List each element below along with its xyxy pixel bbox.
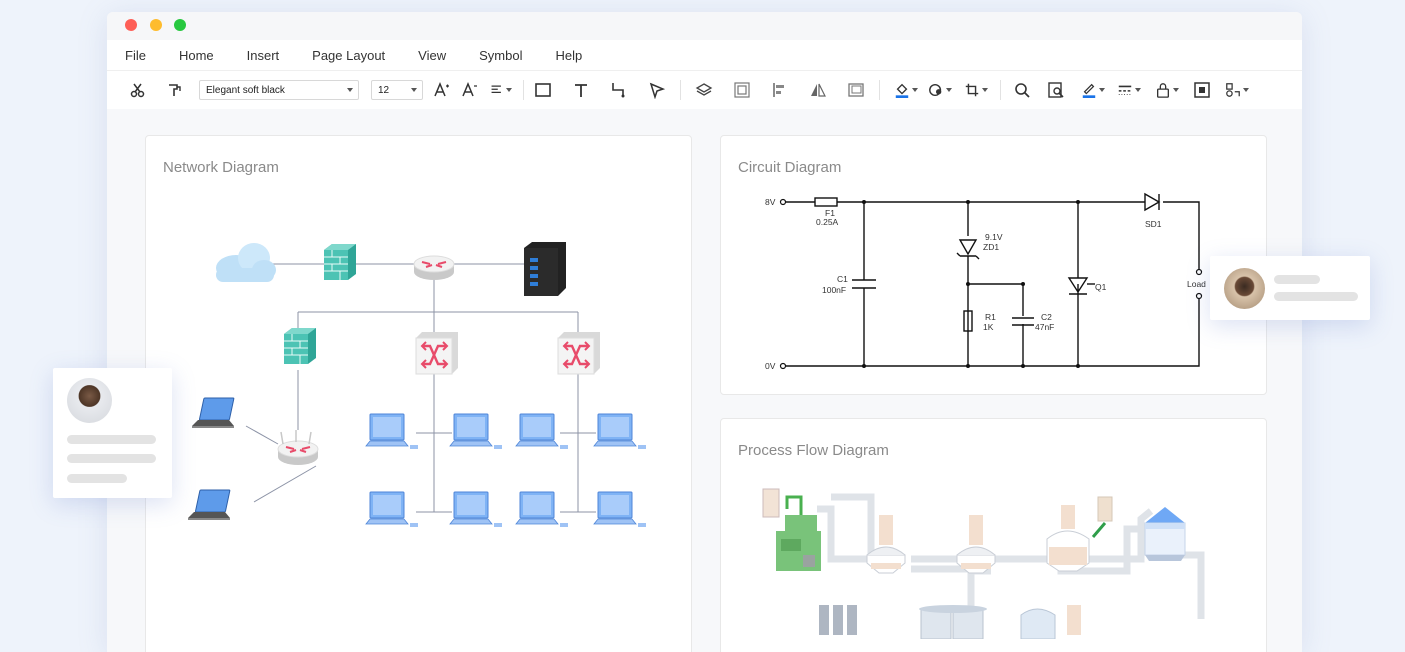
cloud-icon [216,243,276,282]
font-size-value: 12 [378,84,390,96]
computer-icon [365,413,419,450]
label-r1: R1 [985,312,996,322]
firewall-icon [283,327,317,365]
menu-help[interactable]: Help [555,48,582,63]
computer-icon [593,413,647,450]
cut-icon[interactable] [127,79,149,101]
firewall-icon [323,243,357,281]
search-icon[interactable] [1011,79,1033,101]
toolbar: Elegant soft black 12 [107,70,1302,109]
avatar[interactable] [67,378,112,423]
rectangle-icon[interactable] [532,79,554,101]
chevron-down-icon [411,88,417,92]
label-0v: 0V [765,361,776,371]
dome-tank-icon [1020,605,1081,639]
text-icon[interactable] [570,79,592,101]
computer-icon [365,491,419,528]
font-family-value: Elegant soft black [206,84,285,96]
label-zd1-voltage: 9.1V [985,232,1003,242]
flip-icon[interactable] [807,79,829,101]
circuit-diagram: 8V 0V F1 0.25A C1 100nF 9.1V ZD1 R1 1K C… [765,192,1206,371]
font-grow-icon[interactable] [431,79,453,101]
menu-page-layout[interactable]: Page Layout [312,48,385,63]
collaborator-card-right [1210,256,1370,320]
network-diagram-card[interactable]: Network Diagram [145,135,692,652]
format-painter-icon[interactable] [163,79,185,101]
hopper-tank-icon [956,515,996,574]
shape-style-icon[interactable] [926,79,954,101]
fit-icon[interactable] [1191,79,1213,101]
line-color-icon[interactable] [1079,79,1107,101]
label-f1-value: 0.25A [816,217,839,227]
menu-home[interactable]: Home [179,48,214,63]
frame-icon[interactable] [845,79,867,101]
minimize-window-button[interactable] [150,19,162,31]
switch-icon [556,330,602,376]
label-c1: C1 [837,274,848,284]
process-flow-diagram-card[interactable]: Process Flow Diagram [720,418,1267,652]
pointer-icon[interactable] [646,79,668,101]
fill-icon[interactable] [892,79,920,101]
menu-insert[interactable]: Insert [247,48,280,63]
computer-icon [449,413,503,450]
switch-icon [414,330,460,376]
placeholder-line [1274,292,1358,301]
align-icon[interactable] [769,79,791,101]
computer-icon [449,491,503,528]
label-8v: 8V [765,197,776,207]
router-icon [413,255,455,281]
computer-icon [515,413,569,450]
menu-symbol[interactable]: Symbol [479,48,522,63]
label-sd1: SD1 [1145,219,1162,229]
maximize-window-button[interactable] [174,19,186,31]
lock-icon[interactable] [1153,79,1181,101]
close-window-button[interactable] [125,19,137,31]
label-c2-value: 47nF [1035,322,1054,332]
canvas: Network Diagram Circuit Diagram 8V 0V F1… [107,109,1302,652]
storage-tank-icon [919,605,987,639]
group-icon[interactable] [731,79,753,101]
find-replace-icon[interactable] [1045,79,1067,101]
align-text-icon[interactable] [487,79,515,101]
line-style-icon[interactable] [1115,79,1143,101]
collaborator-card-left [53,368,172,498]
circuit-diagram-card[interactable]: Circuit Diagram 8V 0V F1 0.25A C1 100nF … [720,135,1267,395]
more-icon[interactable] [1223,79,1251,101]
mixer-machine-icon [762,488,821,571]
font-shrink-icon[interactable] [459,79,481,101]
router-icon [277,440,319,466]
menu-bar: File Home Insert Page Layout View Symbol… [107,40,1302,70]
process-flow-diagram [762,488,1205,639]
cylinder-tanks-icon [819,605,857,635]
crop-icon[interactable] [962,79,990,101]
menu-file[interactable]: File [125,48,146,63]
connector-icon[interactable] [608,79,630,101]
chevron-down-icon [347,88,353,92]
laptop-icon [191,397,235,429]
layers-icon[interactable] [693,79,715,101]
laptop-icon [187,489,231,521]
placeholder-line [1274,275,1320,284]
placeholder-line [67,454,156,463]
server-icon [524,242,566,296]
placeholder-line [67,474,127,483]
avatar[interactable] [1224,268,1265,309]
title-bar [107,12,1302,40]
computer-icon [515,491,569,528]
label-c1-value: 100nF [822,285,846,295]
label-r1-value: 1K [983,322,994,332]
label-load: Load [1187,279,1206,289]
placeholder-line [67,435,156,444]
font-family-select[interactable]: Elegant soft black [199,80,359,100]
network-diagram [187,242,647,528]
label-c2: C2 [1041,312,1052,322]
font-size-select[interactable]: 12 [371,80,423,100]
computer-icon [593,491,647,528]
label-zd1: ZD1 [983,242,999,252]
label-q1: Q1 [1095,282,1107,292]
menu-view[interactable]: View [418,48,446,63]
app-window: File Home Insert Page Layout View Symbol… [107,12,1302,652]
